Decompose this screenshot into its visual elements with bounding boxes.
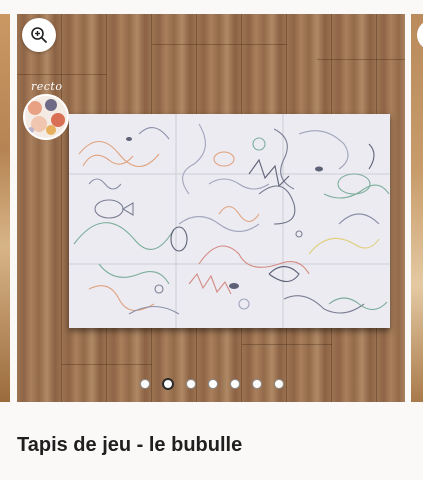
product-image[interactable]: recto: [17, 14, 405, 402]
previous-slide-peek[interactable]: [0, 14, 10, 402]
pattern-swatch-icon: [28, 99, 65, 135]
badge-label: recto: [31, 80, 63, 93]
image-carousel[interactable]: recto: [0, 0, 423, 405]
badge-pattern: [23, 94, 69, 140]
pagination-dot[interactable]: [139, 379, 150, 389]
pagination-dot-active[interactable]: [161, 378, 174, 390]
next-slide-peek[interactable]: [411, 14, 423, 402]
zoom-in-icon: [31, 27, 47, 43]
pagination-dot[interactable]: [229, 379, 240, 389]
zoom-button[interactable]: [22, 18, 56, 52]
recto-badge: recto: [23, 80, 71, 142]
carousel-pagination: [0, 378, 423, 391]
pagination-dot[interactable]: [251, 379, 262, 389]
ocean-illustration: [69, 114, 390, 328]
floor-seam: [152, 44, 287, 45]
floor-seam: [317, 59, 405, 60]
pagination-dot[interactable]: [207, 379, 218, 389]
floor-seam: [17, 74, 107, 75]
product-title: Tapis de jeu - le bubulle: [17, 434, 243, 456]
pagination-dot[interactable]: [185, 379, 196, 389]
pagination-dot[interactable]: [273, 379, 284, 389]
play-mat-photo: [69, 114, 390, 328]
floor-seam: [62, 364, 152, 365]
floor-seam: [242, 344, 332, 345]
